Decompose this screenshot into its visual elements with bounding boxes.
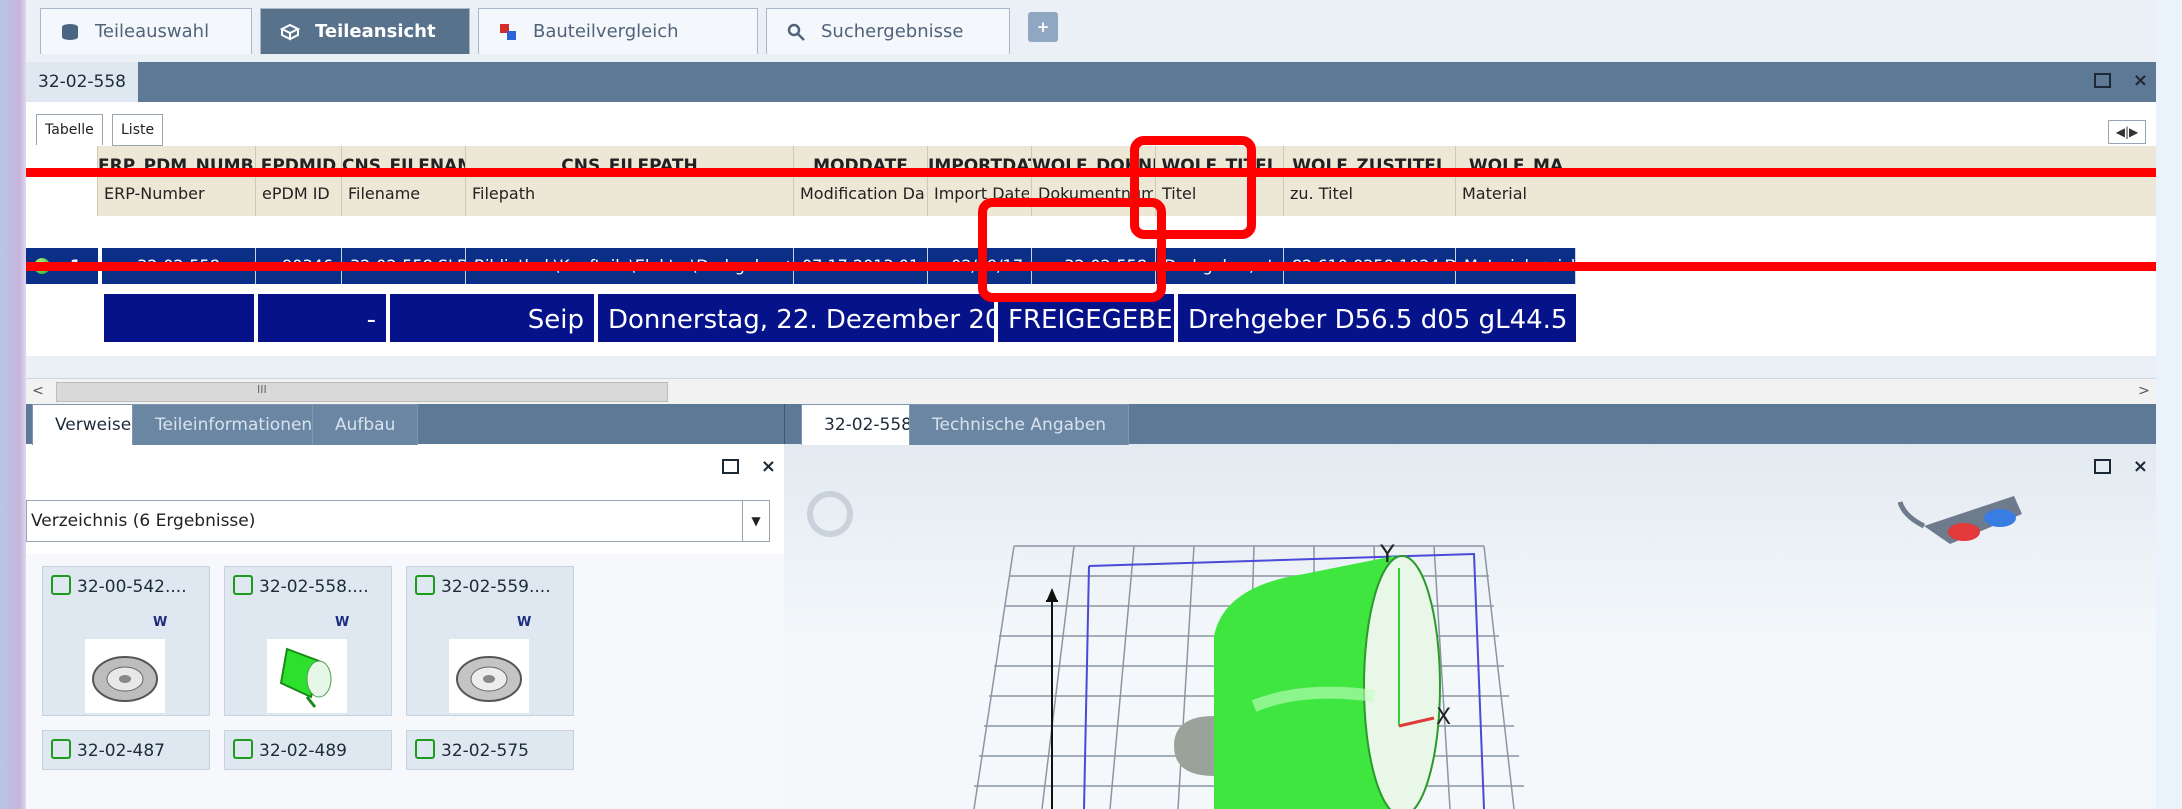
detail-cell: Donnerstag, 22. Dezember 2011 09:31:17	[596, 292, 996, 344]
tab-suchergebnisse[interactable]: Suchergebnisse	[766, 8, 1010, 54]
database-icon	[62, 23, 78, 40]
horizontal-scrollbar[interactable]: < III >	[26, 378, 2156, 406]
scroll-right-icon[interactable]: >	[2134, 382, 2154, 400]
axis-y-label: Y	[1379, 540, 1395, 568]
3d-model-view[interactable]: Y X	[784, 486, 2156, 809]
add-tab-button[interactable]: +	[1028, 12, 1058, 42]
part-panel-header: 32-02-558 ×	[26, 62, 2156, 102]
tab-teileauswahl[interactable]: Teileauswahl	[40, 8, 252, 54]
thumbnail-grid: 32-00-542.... W 32-02-558.... W 32-02-55…	[26, 554, 784, 809]
part-cube-icon	[415, 575, 435, 595]
thumbnail-card[interactable]: 32-02-487	[42, 730, 210, 770]
thumbnail-card[interactable]: 32-02-559.... W	[406, 566, 574, 716]
thumbnail-label: 32-02-575	[441, 741, 529, 761]
select-value: Verzeichnis (6 Ergebnisse)	[31, 511, 256, 531]
maximize-icon[interactable]	[2093, 73, 2111, 88]
thumbnail-card[interactable]: 32-00-542.... W	[42, 566, 210, 716]
view-mode-tabs: Tabelle Liste ◀|▶	[26, 102, 2156, 147]
parts-icon	[279, 23, 301, 41]
directory-select[interactable]: Verzeichnis (6 Ergebnisse) ▼	[26, 500, 770, 542]
tab-liste[interactable]: Liste	[112, 114, 164, 146]
part-cube-icon	[51, 739, 71, 759]
thumbnail-label: 32-02-489	[259, 741, 347, 761]
3d-glasses-icon	[1897, 496, 2022, 544]
part-panel-title: 32-02-558	[26, 62, 138, 102]
dimension-line	[1046, 600, 1058, 809]
thumbnail-card[interactable]: 32-02-575	[406, 730, 574, 770]
highlight-status	[978, 198, 1166, 302]
detail-cell: -	[256, 292, 388, 344]
wolf-logo-icon: W	[335, 615, 350, 630]
maximize-icon[interactable]	[721, 459, 739, 474]
scroll-grip: III	[257, 383, 267, 396]
close-icon[interactable]: ×	[2133, 70, 2148, 91]
thumbnail-label: 32-02-487	[77, 741, 165, 761]
search-icon	[787, 23, 805, 41]
part-cube-icon	[233, 739, 253, 759]
loading-spinner-icon	[807, 491, 853, 537]
thumbnail-label: 32-02-558....	[259, 577, 369, 597]
tab-bauteilvergleich[interactable]: Bauteilvergleich	[478, 8, 758, 54]
model-viewer-panel: 32-02-558 Technische Angaben × Y X	[784, 404, 2156, 809]
tab-label: Teileansicht	[315, 21, 436, 42]
tab-teileansicht[interactable]: Teileansicht	[260, 8, 470, 54]
close-icon[interactable]: ×	[761, 456, 776, 477]
encoder-part-thumbnail	[267, 639, 347, 713]
compare-icon	[500, 23, 516, 40]
tab-label: Teileauswahl	[95, 21, 210, 42]
detail-cell: Seip	[388, 292, 596, 344]
scroll-left-icon[interactable]: <	[28, 382, 48, 400]
thumbnail-label: 32-02-559....	[441, 577, 551, 597]
detail-cell	[102, 292, 256, 344]
tab-technische-angaben[interactable]: Technische Angaben	[909, 404, 1130, 445]
main-tab-bar: Teileauswahl Teileansicht Bauteilverglei…	[26, 0, 2156, 63]
encoder-3d-model	[1174, 555, 1441, 809]
tab-teileinformationen[interactable]: Teileinformationen	[132, 404, 336, 445]
references-panel: Verweise Teileinformationen Aufbau × Ver…	[26, 404, 784, 809]
part-cube-icon	[51, 575, 71, 595]
detail-cell: Drehgeber D56.5 d05 gL44.5 steckbar	[1176, 292, 1578, 344]
application-window: Teileauswahl Teileansicht Bauteilverglei…	[26, 0, 2156, 809]
close-icon[interactable]: ×	[2133, 456, 2148, 477]
chevron-down-icon[interactable]: ▼	[742, 501, 769, 541]
references-tabs: Verweise Teileinformationen Aufbau	[26, 404, 784, 445]
gear-part-thumbnail	[449, 639, 529, 713]
wolf-logo-icon: W	[517, 615, 532, 630]
part-cube-icon	[415, 739, 435, 759]
thumbnail-card[interactable]: 32-02-489	[224, 730, 392, 770]
tab-label: Bauteilvergleich	[533, 21, 679, 42]
viewer-tabs: 32-02-558 Technische Angaben	[784, 404, 2156, 445]
tab-tabelle[interactable]: Tabelle	[36, 114, 103, 145]
maximize-icon[interactable]	[2093, 459, 2111, 474]
gear-part-thumbnail	[85, 639, 165, 713]
column-nav-arrows[interactable]: ◀|▶	[2108, 120, 2146, 144]
tab-aufbau[interactable]: Aufbau	[312, 404, 419, 445]
wolf-logo-icon: W	[153, 615, 168, 630]
scrollbar-thumb[interactable]: III	[56, 382, 668, 402]
tab-label: Suchergebnisse	[821, 21, 964, 42]
thumbnail-label: 32-00-542....	[77, 577, 187, 597]
thumbnail-card[interactable]: 32-02-558.... W	[224, 566, 392, 716]
axis-x-label: X	[1436, 705, 1451, 730]
part-cube-icon	[233, 575, 253, 595]
